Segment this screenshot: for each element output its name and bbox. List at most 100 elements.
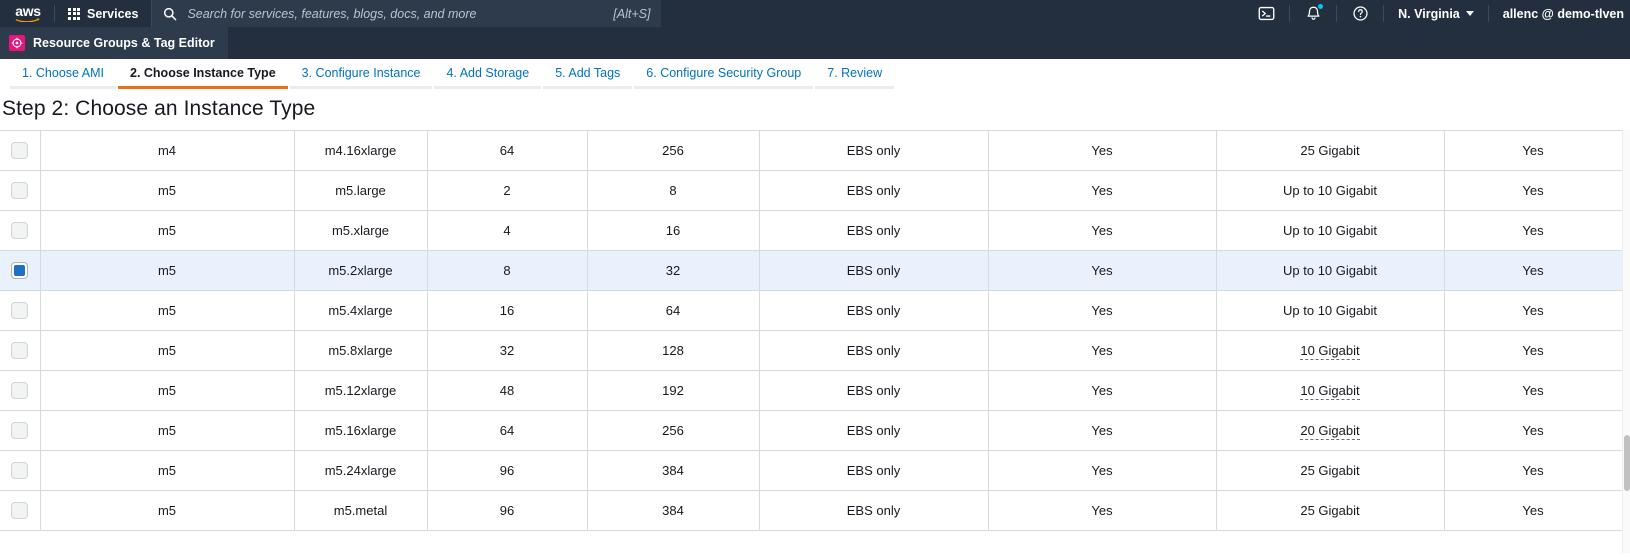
resource-groups-label: Resource Groups & Tag Editor — [33, 36, 215, 50]
services-menu-button[interactable]: Services — [55, 0, 151, 27]
notification-indicator-dot — [1318, 4, 1324, 9]
row-select-cell[interactable] — [0, 330, 41, 371]
ipv6-support-cell: Yes — [1444, 370, 1623, 411]
row-select-checkbox[interactable] — [11, 222, 29, 240]
account-menu-button[interactable]: allenc @ demo-tlven — [1489, 0, 1630, 27]
account-menu-label: allenc @ demo-tlven — [1502, 6, 1624, 21]
help-button[interactable] — [1337, 0, 1383, 27]
family-cell: m4 — [40, 130, 295, 171]
family-cell: m5 — [40, 410, 295, 451]
search-input-placeholder[interactable]: Search for services, features, blogs, do… — [187, 7, 603, 21]
ebs-optimized-cell: Yes — [988, 250, 1217, 291]
network-performance-cell: Up to 10 Gigabit — [1216, 290, 1445, 331]
secondary-navigation-bar: Resource Groups & Tag Editor — [0, 27, 1630, 59]
row-select-checkbox[interactable] — [11, 422, 29, 440]
table-row[interactable]: m5 m5.2xlarge 8 32 EBS only Yes Up to 10 Gigab… — [0, 250, 1623, 291]
aws-logo[interactable]: aws — [0, 0, 54, 27]
global-search-bar[interactable]: Search for services, features, blogs, do… — [151, 0, 662, 27]
memory-cell: 384 — [587, 490, 760, 531]
row-select-cell[interactable] — [0, 170, 41, 211]
table-row[interactable]: m5 m5.4xlarge 16 64 EBS only Yes Up to 10 Giga… — [0, 290, 1623, 331]
table-row[interactable]: m5 m5.xlarge 4 16 EBS only Yes Up to 10 Gigabi… — [0, 210, 1623, 251]
row-select-checkbox[interactable] — [11, 342, 29, 360]
family-cell: m5 — [40, 330, 295, 371]
terminal-icon — [1258, 6, 1275, 21]
resource-groups-tab[interactable]: Resource Groups & Tag Editor — [0, 27, 228, 59]
wizard-tab-7[interactable]: 7. Review — [815, 59, 895, 89]
network-performance-tooltip-text[interactable]: 10 Gigabit — [1300, 343, 1360, 360]
wizard-tab-1[interactable]: 1. Choose AMI — [10, 59, 116, 89]
network-performance-cell: Up to 10 Gigabit — [1216, 170, 1445, 211]
table-row[interactable]: m5 m5.16xlarge 64 256 EBS only Yes 20 Gigabit Y… — [0, 410, 1623, 451]
ipv6-support-cell: Yes — [1444, 330, 1623, 371]
instance-storage-cell: EBS only — [759, 370, 989, 411]
family-cell: m5 — [40, 450, 295, 491]
wizard-step-tabs: 1. Choose AMI 2. Choose Instance Type 3. C… — [0, 59, 1630, 89]
table-row[interactable]: m5 m5.large 2 8 EBS only Yes Up to 10 Gigabit Y… — [0, 170, 1623, 211]
row-select-checkbox[interactable] — [11, 262, 29, 280]
instance-storage-cell: EBS only — [759, 290, 989, 331]
instance-type-table-container: m4 m4.16xlarge 64 256 EBS only Yes 25 Gigabit Y… — [0, 130, 1630, 553]
row-select-cell[interactable] — [0, 250, 41, 291]
grid-menu-icon — [68, 7, 80, 20]
instance-storage-cell: EBS only — [759, 210, 989, 251]
table-vertical-scrollbar[interactable] — [1622, 130, 1630, 553]
table-row[interactable]: m5 m5.8xlarge 32 128 EBS only Yes 10 Gigabit Ye… — [0, 330, 1623, 371]
table-row[interactable]: m5 m5.metal 96 384 EBS only Yes 25 Gigabit Yes — [0, 490, 1623, 531]
ebs-optimized-cell: Yes — [988, 210, 1217, 251]
search-icon — [163, 7, 177, 21]
row-select-cell[interactable] — [0, 490, 41, 531]
instance-type-table: m4 m4.16xlarge 64 256 EBS only Yes 25 Gigabit Y… — [0, 130, 1623, 531]
vcpus-cell: 64 — [427, 130, 588, 171]
row-select-cell[interactable] — [0, 410, 41, 451]
memory-cell: 8 — [587, 170, 760, 211]
network-performance-tooltip-text[interactable]: 10 Gigabit — [1300, 383, 1360, 400]
ebs-optimized-cell: Yes — [988, 290, 1217, 331]
instance-storage-cell: EBS only — [759, 450, 989, 491]
row-select-cell[interactable] — [0, 130, 41, 171]
aws-logo-swoosh-icon — [15, 18, 40, 22]
memory-cell: 16 — [587, 210, 760, 251]
row-select-checkbox[interactable] — [11, 382, 29, 400]
row-select-checkbox[interactable] — [11, 502, 29, 520]
table-row[interactable]: m5 m5.24xlarge 96 384 EBS only Yes 25 Gigabit Y… — [0, 450, 1623, 491]
instance-type-cell: m5.4xlarge — [294, 290, 428, 331]
vcpus-cell: 32 — [427, 330, 588, 371]
network-performance-cell: Up to 10 Gigabit — [1216, 250, 1445, 291]
region-selector-button[interactable]: N. Virginia — [1384, 0, 1488, 27]
memory-cell: 256 — [587, 130, 760, 171]
chevron-down-icon — [1465, 11, 1474, 16]
vcpus-cell: 64 — [427, 410, 588, 451]
row-select-cell[interactable] — [0, 290, 41, 331]
top-nav-right: N. Virginia allenc @ demo-tlven — [1243, 0, 1630, 27]
family-cell: m5 — [40, 290, 295, 331]
vcpus-cell: 4 — [427, 210, 588, 251]
scrollbar-thumb[interactable] — [1624, 435, 1630, 491]
instance-storage-cell: EBS only — [759, 490, 989, 531]
network-performance-tooltip-text[interactable]: 20 Gigabit — [1300, 423, 1360, 440]
resource-groups-icon — [9, 35, 25, 51]
wizard-tab-4[interactable]: 4. Add Storage — [434, 59, 542, 89]
network-performance-cell: 25 Gigabit — [1216, 490, 1445, 531]
wizard-tab-2[interactable]: 2. Choose Instance Type — [118, 59, 288, 89]
row-select-checkbox[interactable] — [11, 302, 29, 320]
row-select-checkbox[interactable] — [11, 462, 29, 480]
memory-cell: 192 — [587, 370, 760, 411]
row-select-cell[interactable] — [0, 370, 41, 411]
row-select-cell[interactable] — [0, 450, 41, 491]
notifications-button[interactable] — [1290, 0, 1336, 27]
instance-type-cell: m5.24xlarge — [294, 450, 428, 491]
wizard-tab-6[interactable]: 6. Configure Security Group — [634, 59, 814, 89]
cloudshell-button[interactable] — [1243, 0, 1289, 27]
memory-cell: 64 — [587, 290, 760, 331]
table-row[interactable]: m4 m4.16xlarge 64 256 EBS only Yes 25 Gigabit Y… — [0, 130, 1623, 171]
row-select-cell[interactable] — [0, 210, 41, 251]
row-select-checkbox[interactable] — [11, 142, 29, 160]
ebs-optimized-cell: Yes — [988, 450, 1217, 491]
family-cell: m5 — [40, 490, 295, 531]
row-select-checkbox[interactable] — [11, 182, 29, 200]
ipv6-support-cell: Yes — [1444, 410, 1623, 451]
table-row[interactable]: m5 m5.12xlarge 48 192 EBS only Yes 10 Gigabit Y… — [0, 370, 1623, 411]
wizard-tab-5[interactable]: 5. Add Tags — [543, 59, 633, 89]
wizard-tab-3[interactable]: 3. Configure Instance — [289, 59, 433, 89]
